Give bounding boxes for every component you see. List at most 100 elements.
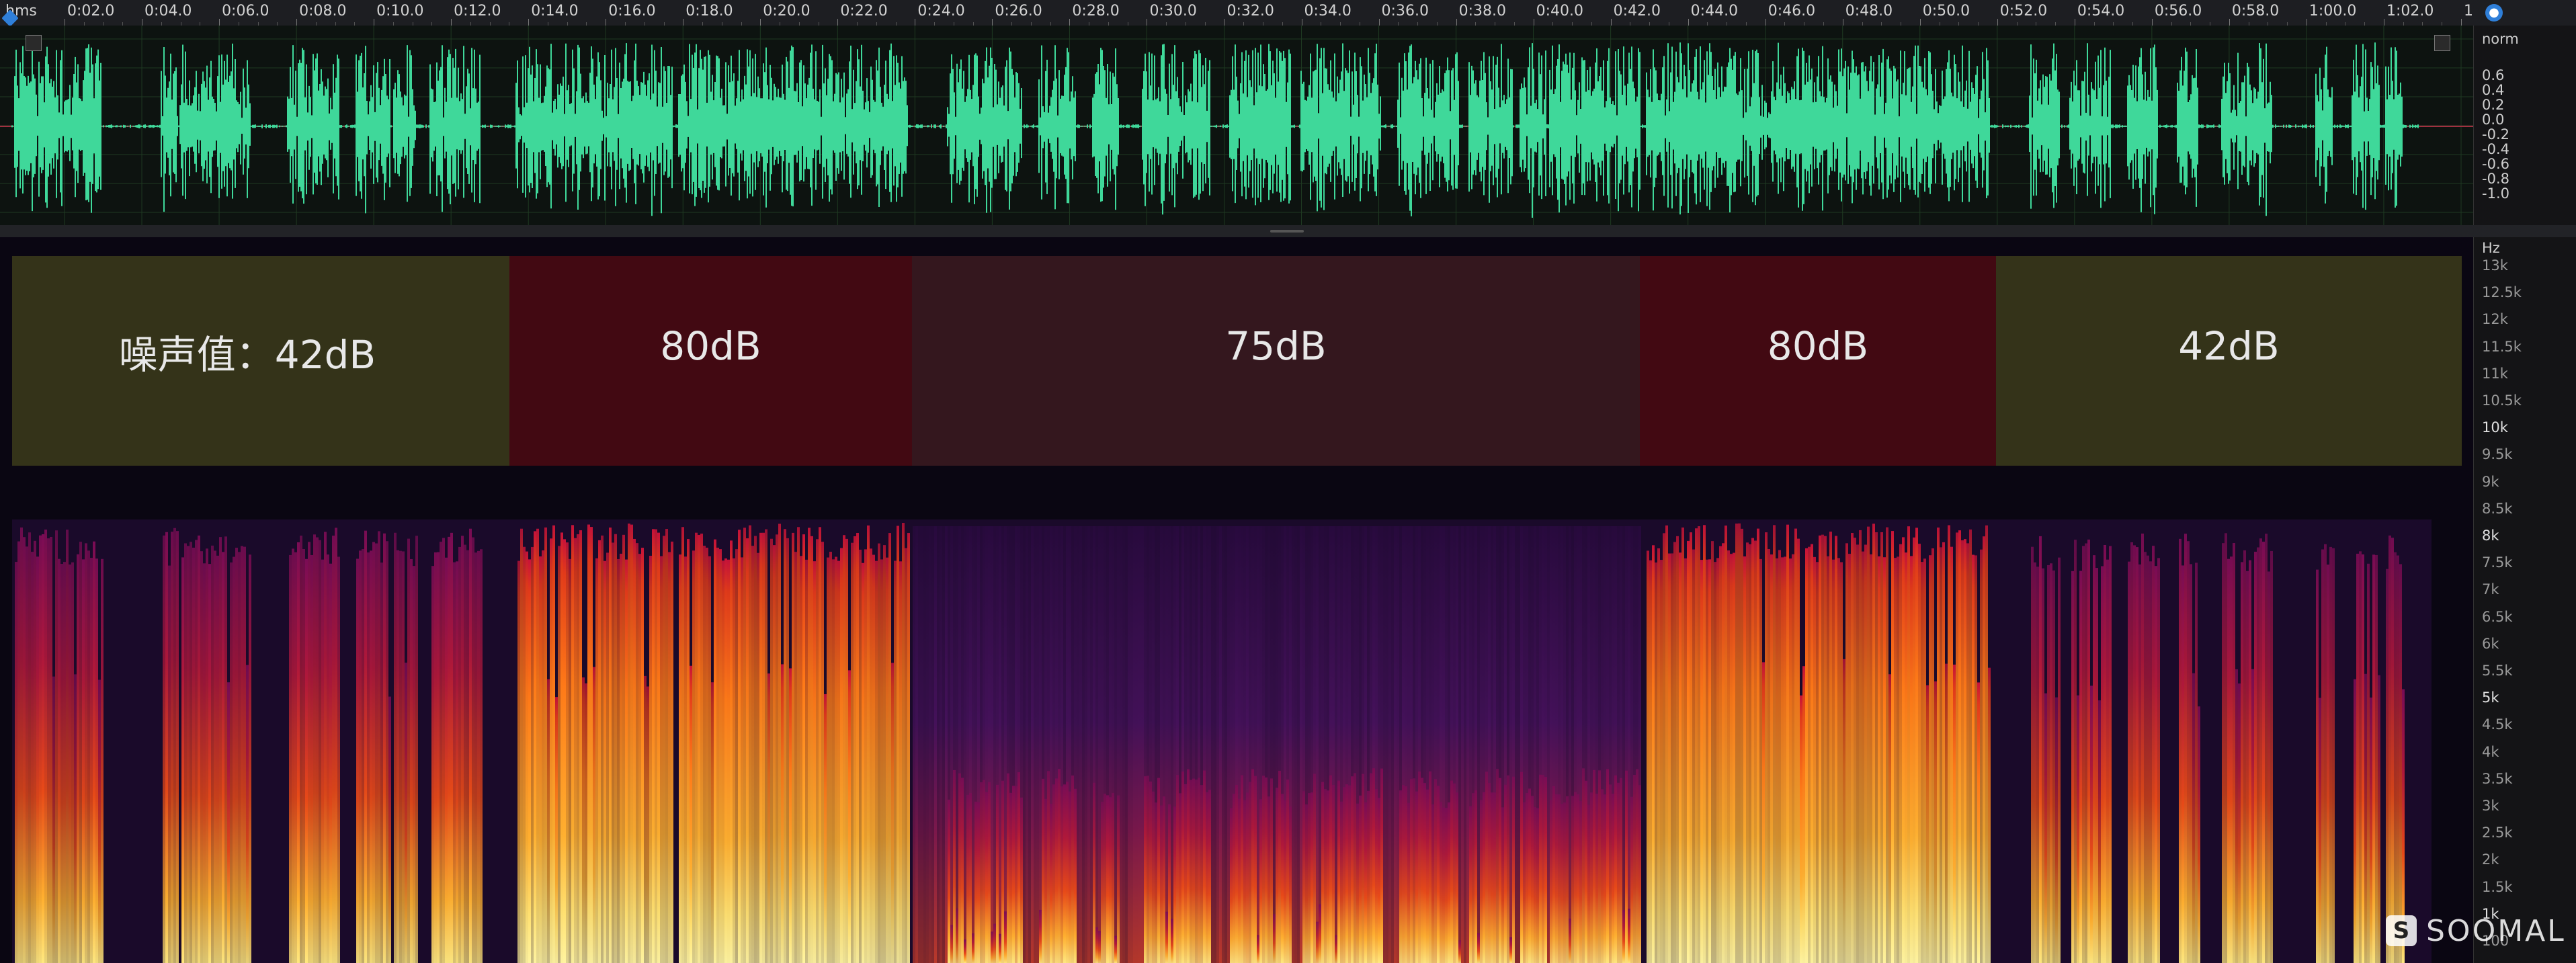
spectrogram-column: [1157, 778, 1160, 963]
spectrogram-column: [2319, 698, 2321, 963]
spectrogram-column: [1173, 806, 1176, 963]
spectrogram-column: [1477, 933, 1480, 963]
spectrogram-view[interactable]: 噪声值：42dB 80dB 75dB 80dB 42dB: [0, 237, 2473, 963]
spectrogram-column: [856, 533, 859, 963]
frequency-scale-label: 2.5k: [2482, 825, 2513, 841]
spectrogram-column: [743, 528, 746, 963]
spectrogram-column: [1354, 773, 1356, 963]
spectrogram-column: [1751, 538, 1754, 963]
spectrogram-column: [1805, 548, 1808, 963]
spectrogram-column: [1052, 784, 1055, 963]
spectrogram-column: [1663, 533, 1665, 963]
frequency-scale-label: 13k: [2482, 257, 2508, 274]
spectrogram-column: [415, 536, 418, 963]
spectrogram-column: [1208, 790, 1211, 963]
spectrogram-column: [767, 673, 770, 963]
spectrogram-column: [171, 532, 173, 963]
spectrogram-column: [238, 552, 241, 963]
zoom-corner-right-icon[interactable]: [2434, 35, 2450, 51]
headphone-icon[interactable]: ●: [2485, 4, 2503, 22]
timeline-label: 0:58.0: [2231, 3, 2280, 19]
spectrogram-column: [1765, 532, 1768, 963]
spectrogram-column-bg: [1547, 526, 1550, 963]
spectrogram-column: [1746, 542, 1749, 963]
spectrogram-column-bg: [1300, 526, 1302, 963]
spectrogram-column: [1431, 804, 1434, 963]
spectrogram-column: [1628, 909, 1630, 963]
spectrogram-column: [2270, 550, 2273, 963]
spectrogram-column: [579, 530, 582, 963]
timeline-ruler[interactable]: hms 0:02.0 0:04.0 0:06.0 0:08.0 0:10.0 0:12.0…: [0, 0, 2520, 27]
spectrogram-column: [1730, 554, 1733, 963]
divider-grip-icon[interactable]: [1270, 230, 1304, 233]
spectrogram-column: [552, 525, 555, 963]
spectrogram-column: [2394, 552, 2397, 963]
spectrogram-column: [1754, 540, 1757, 963]
spectrogram-column: [622, 534, 625, 963]
spectrogram-column: [1612, 794, 1614, 963]
spectrogram-column: [638, 554, 641, 963]
spectrogram-column: [173, 528, 176, 963]
spectrogram-column: [2388, 535, 2391, 963]
spectrogram-column: [1961, 540, 1964, 963]
spectrogram-column: [1964, 539, 1966, 963]
spectrogram-column-bg: [1039, 526, 1042, 963]
spectrogram-column: [1351, 776, 1354, 963]
spectrogram-column: [1504, 784, 1507, 963]
spectrogram-column: [1407, 802, 1410, 963]
spectrogram-column: [1472, 793, 1474, 963]
spectrogram-column: [1671, 553, 1673, 963]
zoom-corner-left-icon[interactable]: [26, 35, 42, 51]
timeline-label: 0:56.0: [2154, 3, 2202, 19]
spectrogram-column: [44, 530, 47, 963]
spectrogram-column: [1044, 798, 1047, 963]
spectrogram-column-bg: [1466, 526, 1469, 963]
spectrogram-column: [2087, 539, 2090, 963]
spectrogram-column: [1668, 553, 1671, 963]
spectrogram-column: [1001, 780, 1004, 963]
spectrogram-column-bg: [1464, 526, 1466, 963]
spectrogram-column: [1402, 785, 1405, 963]
spectrogram-column: [319, 540, 321, 963]
spectrogram-column: [528, 559, 531, 963]
spectrogram-column: [1598, 770, 1601, 963]
spectrogram-column: [1544, 777, 1547, 963]
spectrogram-column: [617, 558, 620, 963]
spectrogram-column-bg: [1222, 526, 1224, 963]
spectrogram-column: [800, 556, 802, 963]
spectrogram-column: [1681, 527, 1684, 963]
spectrogram-column: [1235, 785, 1238, 963]
spectrogram-column: [2141, 533, 2144, 963]
spectrogram-column: [609, 528, 612, 963]
spectrogram-column: [2050, 563, 2052, 963]
spectrogram-column: [999, 933, 1001, 963]
frequency-scale-label: 6k: [2482, 635, 2499, 652]
timeline-label: 0:24.0: [917, 3, 965, 19]
waveform-view[interactable]: [0, 26, 2473, 226]
spectrogram-column: [757, 552, 759, 963]
spectrogram-column: [1888, 674, 1891, 963]
spectrogram-column: [2364, 673, 2367, 963]
spectrogram-column: [1577, 794, 1579, 963]
spectrogram-column: [1905, 552, 1907, 963]
panel-divider[interactable]: [0, 225, 2576, 237]
spectrogram-column: [563, 539, 566, 963]
spectrogram-column: [1117, 795, 1120, 963]
spectrogram-column: [1176, 775, 1179, 963]
spectrogram-column: [2316, 569, 2319, 963]
spectrogram-column: [1856, 544, 1859, 963]
spectrogram-column: [2241, 562, 2243, 963]
spectrogram-column: [827, 557, 829, 963]
spectrogram-column-bg: [1211, 526, 1214, 963]
spectrogram-column: [590, 527, 593, 963]
spectrogram-column-bg: [1319, 526, 1321, 963]
spectrogram-column-bg: [1224, 526, 1227, 963]
timeline-label: 0:06.0: [222, 3, 269, 19]
timeline-tick: [528, 19, 530, 26]
spectrogram-column: [1851, 533, 1854, 963]
timeline-label: 1:02.0: [2386, 3, 2434, 19]
spectrogram-column: [464, 544, 466, 963]
spectrogram-column: [1093, 782, 1095, 963]
spectrogram-column: [1550, 800, 1552, 963]
spectrogram-column: [1931, 548, 1934, 963]
